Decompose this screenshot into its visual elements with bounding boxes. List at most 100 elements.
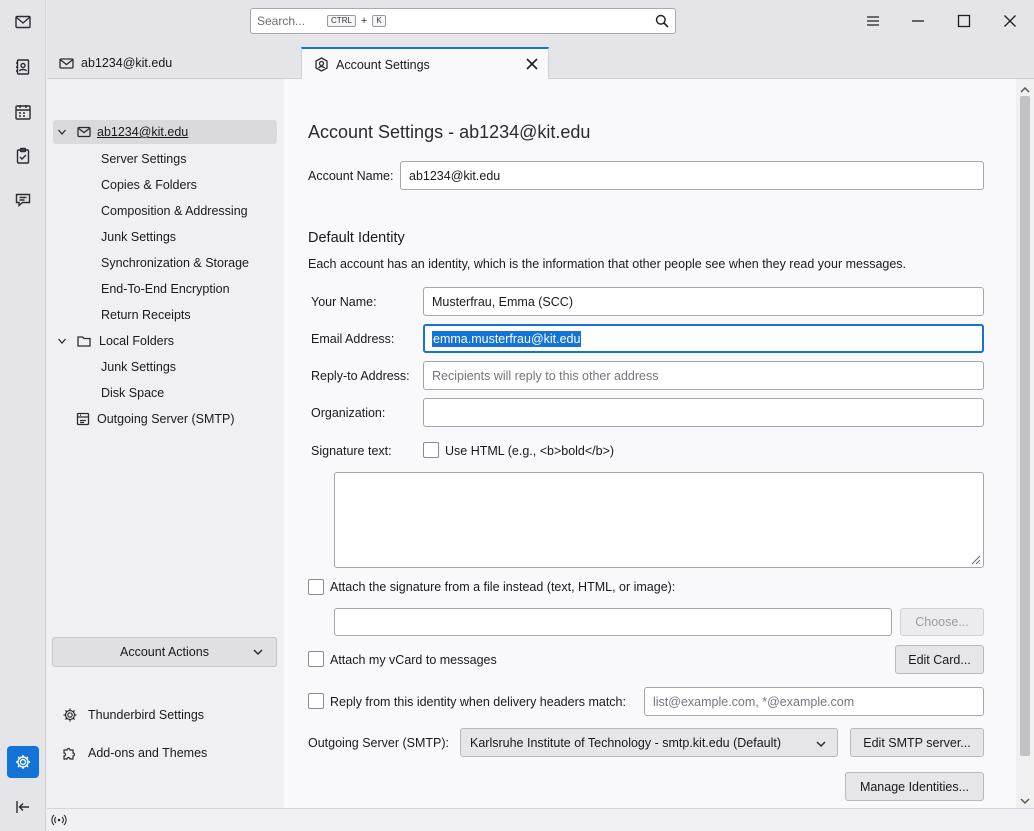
use-html-label[interactable]: Use HTML (e.g., <b>bold</b>) (445, 444, 614, 458)
addons-themes-link[interactable]: Add-ons and Themes (62, 742, 207, 764)
manage-identities-button[interactable]: Manage Identities... (845, 772, 984, 801)
account-name-input[interactable]: ab1234@kit.edu (400, 161, 984, 190)
account-actions-button[interactable]: Account Actions (52, 637, 277, 667)
organization-input[interactable] (423, 398, 984, 427)
tree-item-server-settings[interactable]: Server Settings (101, 147, 186, 171)
tree-item-label: Composition & Addressing (101, 204, 248, 218)
minimize-button[interactable] (903, 6, 933, 36)
tree-item-label: Server Settings (101, 152, 187, 166)
scroll-down-icon[interactable] (1020, 794, 1030, 805)
reply-from-identity-label[interactable]: Reply from this identity when delivery h… (330, 695, 626, 709)
account-settings-icon (315, 57, 328, 72)
tree-item-label: Junk Settings (101, 360, 177, 374)
your-name-value: Musterfrau, Emma (SCC) (432, 294, 573, 309)
tree-item-outgoing-server[interactable]: Outgoing Server (SMTP) (76, 407, 235, 431)
edit-card-label: Edit Card... (908, 652, 971, 667)
tree-item-disk-space[interactable]: Disk Space (101, 381, 164, 405)
status-bar (47, 808, 1034, 831)
calendar-icon[interactable] (7, 96, 39, 128)
tree-item-e2e-encryption[interactable]: End-To-End Encryption (101, 277, 230, 301)
scroll-up-icon[interactable] (1020, 83, 1030, 93)
online-status-icon[interactable] (51, 812, 67, 828)
addons-themes-label: Add-ons and Themes (88, 746, 208, 760)
signature-textarea[interactable] (334, 472, 984, 568)
outgoing-server-value: Karlsruhe Institute of Technology - smtp… (470, 735, 782, 750)
gear-icon (63, 708, 77, 722)
reply-to-label: Reply-to Address: (311, 369, 410, 383)
tab-mail-account[interactable]: ab1234@kit.edu (47, 47, 297, 79)
account-name-label: Account Name: (308, 169, 394, 183)
tasks-icon[interactable] (7, 140, 39, 172)
tab-account-settings[interactable]: Account Settings (301, 47, 549, 80)
email-address-input[interactable]: emma.musterfrau@kit.edu (423, 324, 984, 353)
tab-bar: ab1234@kit.edu Account Settings (47, 42, 1034, 80)
tree-item-local-folders[interactable]: Local Folders (57, 329, 174, 353)
choose-file-label: Choose... (915, 615, 969, 629)
resize-grip-icon[interactable] (969, 553, 981, 565)
thunderbird-settings-link[interactable]: Thunderbird Settings (62, 704, 204, 726)
delivery-headers-input[interactable]: list@example.com, *@example.com (644, 687, 984, 716)
your-name-label: Your Name: (311, 295, 377, 309)
close-icon (526, 58, 538, 70)
chevron-down-icon (253, 649, 263, 656)
tree-item-junk-settings[interactable]: Junk Settings (101, 225, 176, 249)
tree-item-label: End-To-End Encryption (101, 282, 230, 296)
tree-item-return-receipts[interactable]: Return Receipts (101, 303, 191, 327)
search-icon[interactable] (655, 14, 669, 28)
account-actions-label: Account Actions (120, 645, 209, 659)
choose-file-button[interactable]: Choose... (900, 608, 984, 636)
address-book-icon[interactable] (7, 51, 39, 83)
tab-label: ab1234@kit.edu (81, 56, 173, 70)
tree-item-local-junk[interactable]: Junk Settings (101, 355, 176, 379)
manage-identities-label: Manage Identities... (859, 779, 970, 794)
reply-to-input[interactable]: Recipients will reply to this other addr… (423, 361, 984, 390)
chat-icon[interactable] (7, 184, 39, 216)
account-name-value: ab1234@kit.edu (409, 168, 501, 183)
maximize-button[interactable] (949, 6, 979, 36)
edit-smtp-server-button[interactable]: Edit SMTP server... (850, 728, 984, 757)
folder-icon (77, 336, 91, 347)
tree-item-account[interactable]: ab1234@kit.edu (53, 120, 277, 144)
page-title: Account Settings - ab1234@kit.edu (308, 122, 591, 142)
tree-item-label: Synchronization & Storage (101, 256, 250, 270)
tab-close-button[interactable] (524, 56, 540, 72)
attach-vcard-label[interactable]: Attach my vCard to messages (330, 653, 497, 667)
chevron-down-icon[interactable] (57, 335, 69, 347)
signature-text-label: Signature text: (311, 444, 392, 458)
title-bar: Search... CTRL + K (47, 0, 1034, 42)
app-menu-button[interactable] (858, 6, 888, 36)
chevron-down-icon[interactable] (57, 126, 69, 138)
main-scrollbar[interactable] (1016, 79, 1034, 808)
settings-gear-icon[interactable] (7, 746, 39, 778)
mail-space-icon[interactable] (7, 6, 39, 38)
tree-item-composition[interactable]: Composition & Addressing (101, 199, 248, 223)
identity-description: Each account has an identity, which is t… (308, 257, 907, 271)
search-placeholder: Search... (257, 14, 306, 28)
shortcut-k-key: K (372, 15, 386, 27)
attach-signature-label[interactable]: Attach the signature from a file instead… (330, 580, 675, 594)
account-tree-sidebar: ab1234@kit.edu Server Settings Copies & … (47, 79, 284, 808)
collapse-toolbar-icon[interactable] (7, 791, 39, 823)
scroll-thumb[interactable] (1020, 96, 1030, 756)
your-name-input[interactable]: Musterfrau, Emma (SCC) (423, 287, 984, 316)
edit-smtp-server-label: Edit SMTP server... (863, 735, 971, 750)
use-html-checkbox[interactable] (423, 442, 439, 458)
account-settings-pane: Account Settings - ab1234@kit.edu Accoun… (284, 79, 1016, 808)
close-window-button[interactable] (995, 6, 1025, 36)
maximize-icon (957, 14, 971, 28)
minimize-icon (912, 20, 924, 22)
close-icon (1004, 15, 1016, 27)
signature-file-input[interactable] (334, 608, 892, 636)
chevron-down-icon (816, 741, 826, 748)
attach-signature-checkbox[interactable] (308, 579, 324, 595)
delivery-headers-placeholder: list@example.com, *@example.com (653, 694, 855, 709)
reply-from-identity-checkbox[interactable] (308, 693, 324, 709)
attach-vcard-checkbox[interactable] (308, 651, 324, 667)
global-search-input[interactable]: Search... CTRL + K (250, 8, 676, 34)
edit-card-button[interactable]: Edit Card... (895, 645, 984, 674)
tree-item-copies-folders[interactable]: Copies & Folders (101, 173, 197, 197)
outgoing-server-label: Outgoing Server (SMTP): (308, 736, 450, 750)
tree-item-synchronization[interactable]: Synchronization & Storage (101, 251, 249, 275)
tree-item-label: Local Folders (99, 334, 175, 348)
outgoing-server-select[interactable]: Karlsruhe Institute of Technology - smtp… (460, 728, 838, 757)
